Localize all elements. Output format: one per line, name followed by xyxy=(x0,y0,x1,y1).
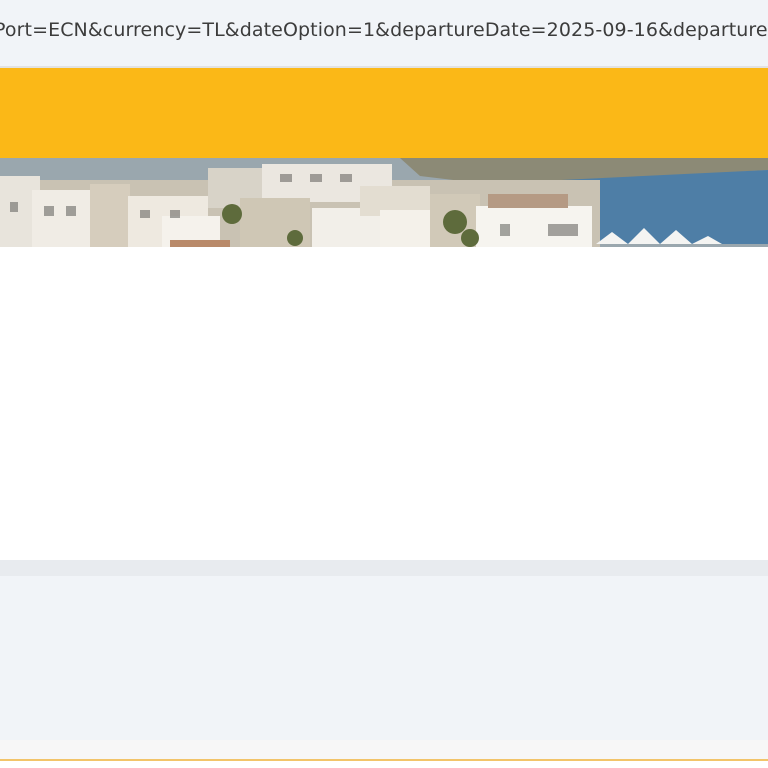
section-divider xyxy=(0,560,768,576)
url-text[interactable]: Port=ECN&currency=TL&dateOption=1&depart… xyxy=(0,19,768,41)
page: Port=ECN&currency=TL&dateOption=1&depart… xyxy=(0,0,768,768)
footer-bottom-strip xyxy=(0,740,768,759)
main-content-area xyxy=(0,247,768,560)
footer-section xyxy=(0,576,768,740)
address-bar[interactable]: Port=ECN&currency=TL&dateOption=1&depart… xyxy=(0,0,768,66)
site-header-bar xyxy=(0,68,768,158)
coastal-town-illustration xyxy=(0,158,768,247)
page-bottom xyxy=(0,761,768,768)
hero-banner-image xyxy=(0,158,768,247)
